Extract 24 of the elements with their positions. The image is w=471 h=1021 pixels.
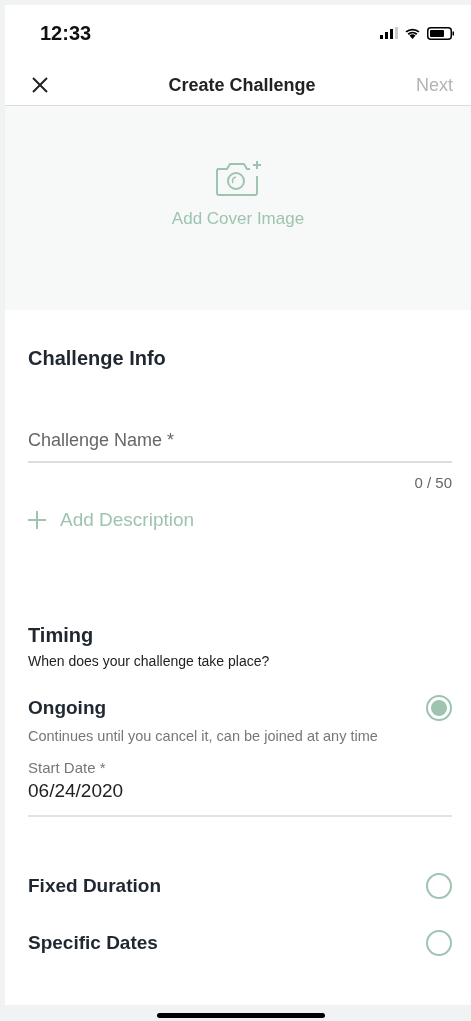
option-title: Ongoing (28, 697, 107, 719)
signal-icon (380, 27, 398, 39)
radio-button[interactable] (426, 930, 452, 956)
plus-icon (28, 511, 46, 529)
option-description: Continues until you cancel it, can be joined at any time (28, 727, 379, 746)
radio-button[interactable] (426, 695, 452, 721)
clock: 12:33 (40, 21, 92, 45)
start-date-field[interactable]: 06/24/2020 (28, 780, 452, 817)
section-subtitle: When does your challenge take place? (28, 653, 271, 669)
section-title: Timing (28, 624, 95, 647)
radio-button[interactable] (426, 873, 452, 899)
character-counter: 0 / 50 (414, 474, 452, 491)
option-title: Fixed Duration (28, 875, 161, 897)
option-title: Specific Dates (28, 932, 158, 954)
camera-plus-icon (213, 159, 263, 197)
add-cover-image-button[interactable]: Add Cover Image (5, 106, 471, 310)
battery-icon (427, 26, 455, 40)
close-button[interactable] (31, 76, 49, 94)
wifi-icon (404, 27, 421, 39)
section-title: Challenge Info (28, 347, 167, 370)
field-label: Start Date * (28, 759, 107, 776)
add-description-button[interactable]: Add Description (28, 509, 195, 531)
challenge-name-field[interactable]: Challenge Name * (28, 430, 452, 463)
screen-title: Create Challenge (168, 74, 316, 96)
